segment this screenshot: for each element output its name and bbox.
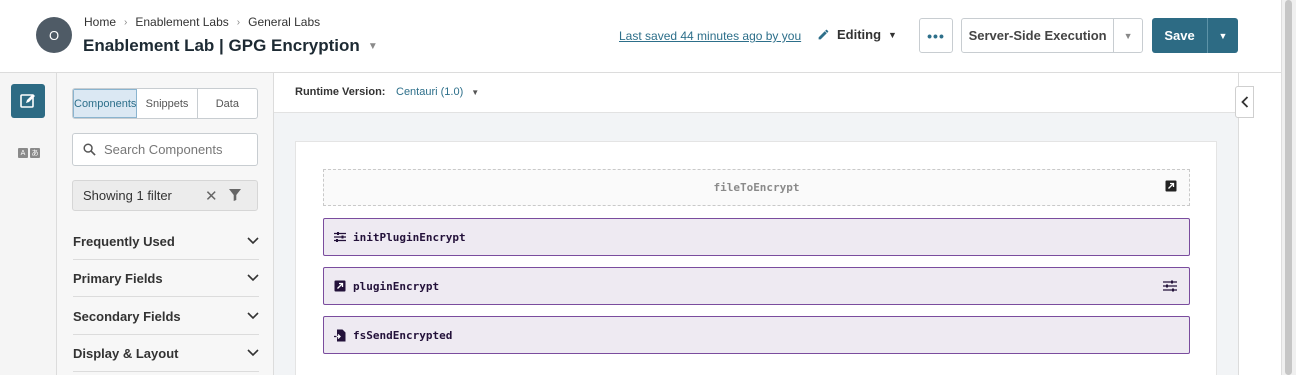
scrollbar-thumb[interactable] (1285, 0, 1292, 375)
component-search (72, 133, 258, 166)
caret-down-icon[interactable]: ▼ (1207, 18, 1238, 53)
collapse-panel-button[interactable] (1235, 86, 1254, 118)
runtime-dropdown[interactable]: Centauri (1.0) ▼ (396, 86, 479, 98)
save-label: Save (1164, 28, 1195, 43)
execution-button[interactable]: Server-Side Execution ▼ (961, 18, 1143, 53)
translate-icon[interactable]: Aあ (18, 148, 40, 160)
runtime-value: Centauri (1.0) (396, 86, 464, 98)
component-name: fsSendEncrypted (353, 328, 453, 342)
chevron-down-icon (247, 237, 259, 245)
search-icon (83, 143, 96, 156)
page-title-text: Enablement Lab | GPG Encryption (83, 36, 360, 55)
design-canvas: fileToEncrypt initPluginEncrypt pluginEn… (274, 113, 1238, 375)
component-init-plugin[interactable]: initPluginEncrypt (323, 218, 1190, 256)
save-button[interactable]: Save ▼ (1152, 18, 1238, 53)
chevron-right-icon: › (124, 16, 128, 28)
runtime-label: Runtime Version: (295, 86, 386, 98)
edit-icon[interactable] (11, 84, 45, 118)
sliders-icon (334, 232, 346, 242)
tab-snippets[interactable]: Snippets (137, 89, 198, 118)
caret-down-icon: ▼ (367, 40, 378, 52)
tab-components[interactable]: Components (73, 89, 138, 118)
caret-down-icon[interactable]: ▼ (1113, 19, 1142, 52)
component-name: fileToEncrypt (713, 181, 800, 194)
app-window: O Home › Enablement Labs › General Labs … (0, 0, 1296, 375)
component-name: pluginEncrypt (353, 279, 440, 293)
breadcrumb-general-labs[interactable]: General Labs (248, 15, 320, 29)
caret-down-icon: ▼ (888, 29, 897, 40)
right-rail (1238, 73, 1254, 375)
editing-label: Editing (837, 27, 882, 42)
search-input[interactable] (104, 142, 244, 157)
tab-data[interactable]: Data (198, 89, 257, 118)
chevron-down-icon (247, 312, 259, 320)
section-label: Frequently Used (73, 233, 175, 249)
section-primary-fields[interactable]: Primary Fields (73, 260, 259, 297)
more-options-button[interactable]: ••• (919, 18, 953, 53)
interface-card: fileToEncrypt initPluginEncrypt pluginEn… (295, 141, 1217, 375)
section-label: Secondary Fields (73, 308, 181, 324)
section-label: Primary Fields (73, 270, 163, 286)
execution-label: Server-Side Execution (968, 28, 1107, 43)
section-frequently-used[interactable]: Frequently Used (73, 223, 259, 260)
page-header: O Home › Enablement Labs › General Labs … (0, 0, 1281, 73)
chevron-right-icon: › (236, 16, 241, 28)
runtime-bar: Runtime Version: Centauri (1.0) ▼ (274, 73, 1238, 113)
chevron-left-icon (1240, 96, 1248, 108)
palette-tabs: Components Snippets Data (72, 88, 258, 119)
avatar[interactable]: O (36, 17, 72, 53)
breadcrumb-enablement-labs[interactable]: Enablement Labs (135, 15, 228, 29)
last-saved-link[interactable]: Last saved 44 minutes ago by you (619, 29, 801, 43)
chevron-down-icon (247, 274, 259, 282)
plugin-icon (334, 280, 346, 292)
chevron-down-icon (247, 349, 259, 357)
filter-icon[interactable] (228, 188, 242, 202)
editing-mode-dropdown[interactable]: Editing ▼ (817, 27, 897, 42)
file-import-icon (334, 329, 346, 341)
close-icon[interactable]: ✕ (205, 187, 218, 205)
filter-bar: Showing 1 filter ✕ (72, 180, 258, 211)
section-display-layout[interactable]: Display & Layout (73, 335, 259, 372)
component-hidden[interactable]: fileToEncrypt (323, 169, 1190, 206)
pencil-icon (818, 29, 829, 40)
components-panel: Components Snippets Data Showing 1 filte… (57, 73, 274, 375)
page-title[interactable]: Enablement Lab | GPG Encryption ▼ (83, 36, 378, 56)
section-secondary-fields[interactable]: Secondary Fields (73, 298, 259, 335)
filter-label: Showing 1 filter (83, 188, 172, 203)
component-file-send[interactable]: fsSendEncrypted (323, 316, 1190, 354)
left-rail: Aあ (0, 73, 57, 375)
breadcrumb: Home › Enablement Labs › General Labs (84, 15, 320, 29)
expand-icon (1165, 180, 1177, 192)
component-name: initPluginEncrypt (353, 230, 466, 244)
component-plugin[interactable]: pluginEncrypt (323, 267, 1190, 305)
caret-down-icon: ▼ (471, 87, 480, 97)
section-label: Display & Layout (73, 345, 179, 361)
settings-sliders-icon[interactable] (1163, 279, 1177, 293)
breadcrumb-home[interactable]: Home (84, 15, 116, 29)
